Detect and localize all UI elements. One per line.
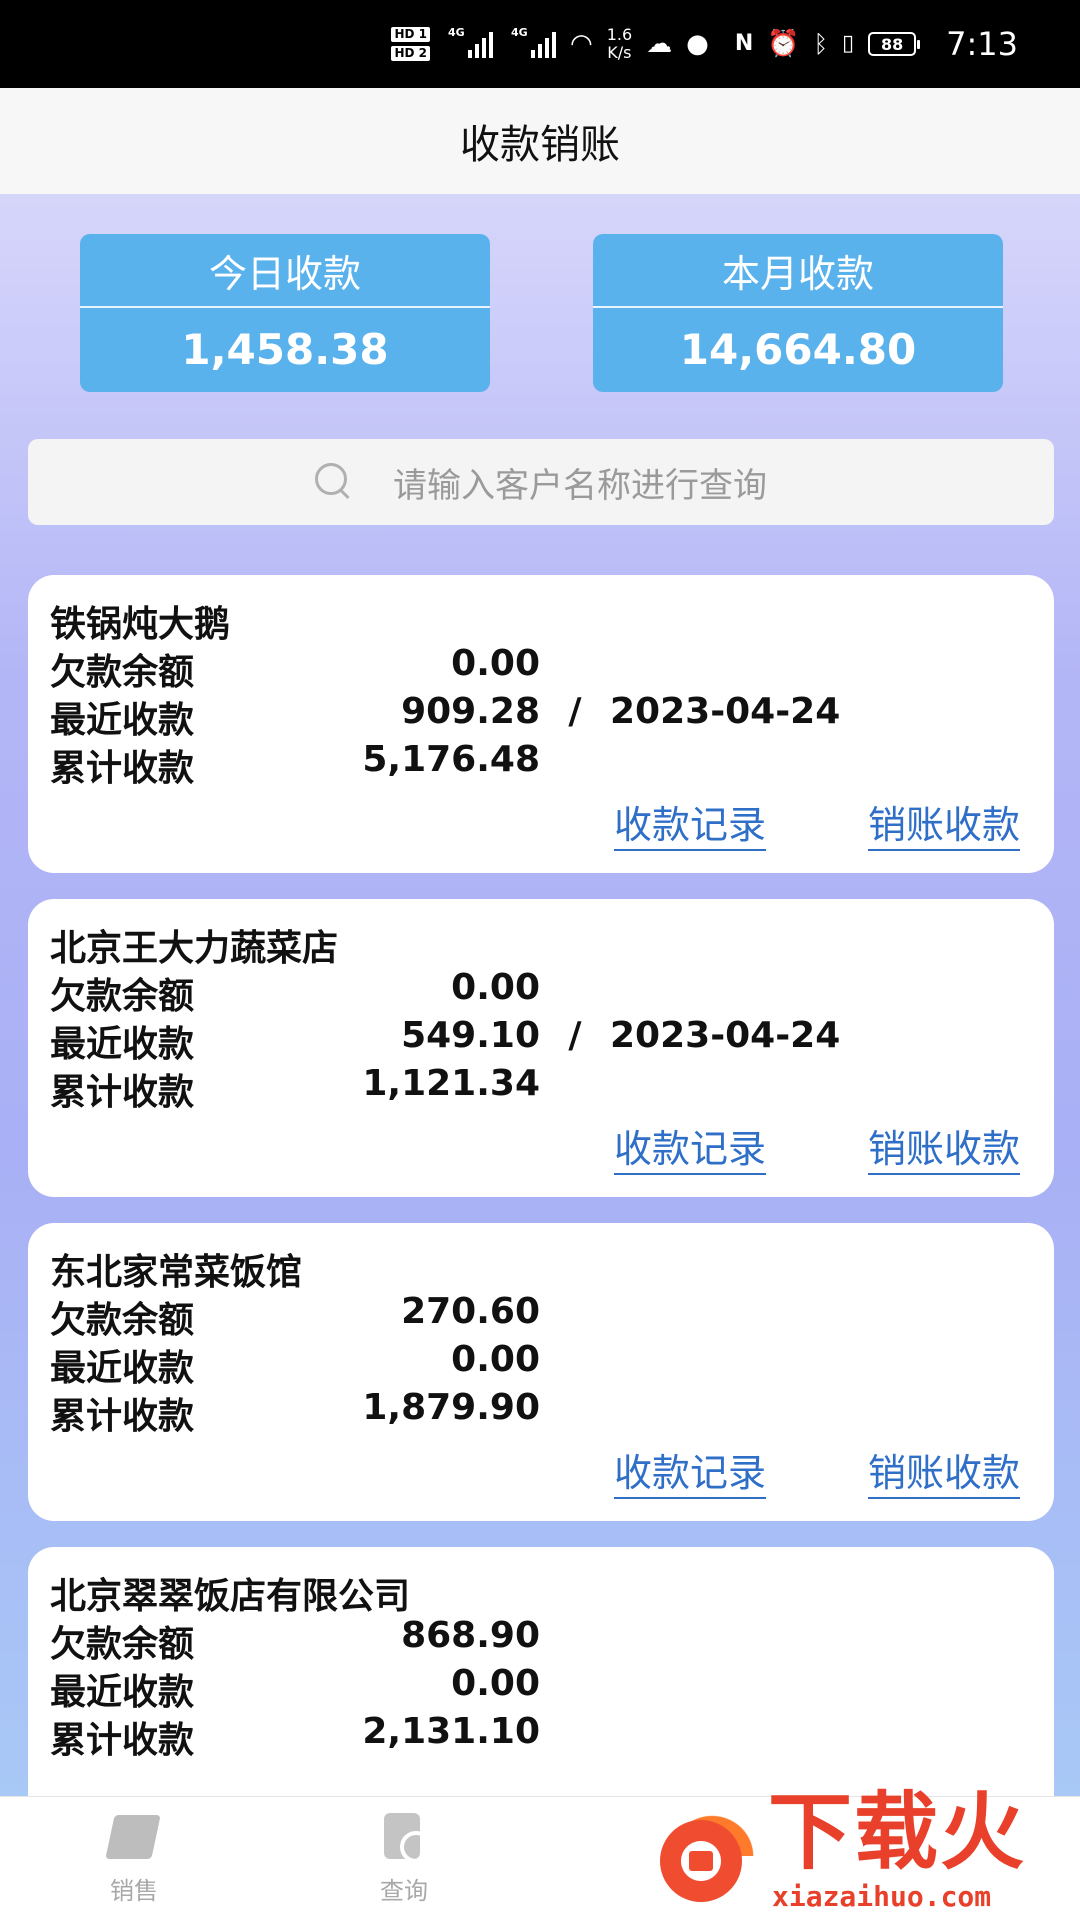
wifi-icon: ◠ [570, 29, 593, 59]
hd1-label: HD 1 [391, 27, 430, 42]
watermark-url: xiazaihuo.com [772, 1880, 992, 1913]
total-row: 累计收款 1,121.34 [50, 1063, 540, 1115]
total-value: 5,176.48 [362, 739, 540, 780]
debt-label: 欠款余额 [50, 976, 195, 1017]
watermark-text: 下载火 [768, 1783, 1027, 1881]
title-bar: 收款销账 [0, 88, 1080, 194]
total-value: 1,879.90 [362, 1387, 540, 1428]
customer-card[interactable]: 北京翠翠饭店有限公司 欠款余额 868.90 最近收款 0.00 累计收款 2,… [28, 1547, 1054, 1796]
battery-level: 88 [881, 34, 904, 54]
message-icon: ● [686, 29, 709, 59]
recent-separator: / [568, 691, 582, 732]
debt-row: 欠款余额 0.00 [50, 643, 540, 695]
debt-row: 欠款余额 270.60 [50, 1291, 540, 1343]
today-value: 1,458.38 [181, 324, 389, 374]
recent-separator: / [568, 1015, 582, 1056]
recent-row: 最近收款 909.28 / 2023-04-24 [50, 691, 840, 743]
search-placeholder: 请输入客户名称进行查询 [393, 465, 767, 506]
recent-row: 最近收款 549.10 / 2023-04-24 [50, 1015, 840, 1067]
debt-label: 欠款余额 [50, 652, 195, 693]
search-input[interactable]: 请输入客户名称进行查询 [28, 439, 1054, 525]
download-icon [660, 1820, 742, 1902]
search-icon [315, 463, 353, 501]
customer-name: 东北家常菜饭馆 [50, 1252, 303, 1293]
recent-label: 最近收款 [50, 700, 195, 741]
total-label: 累计收款 [50, 1720, 195, 1761]
battery-icon: 88 [868, 32, 921, 56]
recent-value: 0.00 [451, 1663, 540, 1704]
customer-card[interactable]: 北京王大力蔬菜店 欠款余额 0.00 最近收款 549.10 / 2023-04… [28, 899, 1054, 1197]
debt-row: 欠款余额 0.00 [50, 967, 540, 1019]
wechat-icon: ☁ [646, 29, 673, 59]
network-speed: 1.6 K/s [607, 26, 632, 62]
customer-name: 北京王大力蔬菜店 [50, 928, 339, 969]
writeoff-link[interactable]: 销账收款 [868, 803, 1021, 851]
speed-value: 1.6 [606, 25, 633, 44]
sales-icon [104, 1809, 164, 1865]
recent-label: 最近收款 [50, 1024, 195, 1065]
debt-row: 欠款余额 868.90 [50, 1615, 540, 1667]
customer-card[interactable]: 铁锅炖大鹅 欠款余额 0.00 最近收款 909.28 / 2023-04-24… [28, 575, 1054, 873]
debt-label: 欠款余额 [50, 1300, 195, 1341]
customer-card[interactable]: 东北家常菜饭馆 欠款余额 270.60 最近收款 0.00 累计收款 1,879… [28, 1223, 1054, 1521]
nav-query-label: 查询 [380, 1877, 428, 1905]
recent-label: 最近收款 [50, 1672, 195, 1713]
total-label: 累计收款 [50, 1396, 195, 1437]
writeoff-link[interactable]: 销账收款 [868, 1127, 1021, 1175]
records-link[interactable]: 收款记录 [614, 1127, 767, 1175]
month-label: 本月收款 [593, 234, 1003, 308]
recent-date: 2023-04-24 [610, 1015, 841, 1056]
customer-name: 铁锅炖大鹅 [50, 604, 231, 645]
total-row: 累计收款 1,879.90 [50, 1387, 540, 1439]
watermark-logo: 下载火 xiazaihuo.com [640, 1780, 1080, 1920]
records-link[interactable]: 收款记录 [614, 1451, 767, 1499]
total-row: 累计收款 2,131.10 [50, 1711, 540, 1763]
debt-value: 0.00 [451, 967, 540, 1008]
nav-query[interactable]: 查询 [334, 1809, 474, 1906]
today-label: 今日收款 [80, 234, 490, 308]
signal-icon-2: 4G [511, 26, 556, 58]
nav-sales[interactable]: 销售 [64, 1809, 204, 1906]
debt-value: 0.00 [451, 643, 540, 684]
total-value: 2,131.10 [362, 1711, 540, 1752]
network-group: HD 1 HD 2 4G 4G ◠ 1.6 K/s ☁ ● [391, 25, 709, 63]
debt-value: 270.60 [401, 1291, 540, 1332]
debt-value: 868.90 [401, 1615, 540, 1656]
net1-label: 4G [448, 26, 465, 39]
status-bar: HD 1 HD 2 4G 4G ◠ 1.6 K/s ☁ ● N ⏰ ᛒ ▯ 88… [0, 0, 1080, 88]
vibrate-icon: ▯ [842, 31, 855, 56]
net2-label: 4G [511, 26, 528, 39]
page-title: 收款销账 [460, 122, 620, 168]
recent-label: 最近收款 [50, 1348, 195, 1389]
hd2-label: HD 2 [391, 46, 430, 61]
recent-value: 0.00 [451, 1339, 540, 1380]
alarm-icon: ⏰ [767, 29, 800, 59]
recent-value: 909.28 [401, 691, 540, 732]
writeoff-link[interactable]: 销账收款 [868, 1451, 1021, 1499]
customer-name: 北京翠翠饭店有限公司 [50, 1576, 411, 1617]
speed-unit: K/s [607, 43, 632, 62]
hd-indicator: HD 1 HD 2 [391, 25, 430, 63]
query-icon [374, 1809, 434, 1865]
nav-sales-label: 销售 [110, 1877, 158, 1905]
recent-value: 549.10 [401, 1015, 540, 1056]
clock: 7:13 [946, 25, 1018, 63]
today-summary-card: 今日收款 1,458.38 [80, 234, 490, 392]
bluetooth-icon: ᛒ [813, 30, 829, 58]
recent-row: 最近收款 0.00 [50, 1339, 540, 1391]
month-summary-card: 本月收款 14,664.80 [593, 234, 1003, 392]
total-label: 累计收款 [50, 1072, 195, 1113]
debt-label: 欠款余额 [50, 1624, 195, 1665]
system-group: N ⏰ ᛒ ▯ 88 7:13 [735, 25, 1018, 63]
recent-date: 2023-04-24 [610, 691, 841, 732]
records-link[interactable]: 收款记录 [614, 803, 767, 851]
total-label: 累计收款 [50, 748, 195, 789]
month-value: 14,664.80 [679, 324, 917, 374]
recent-row: 最近收款 0.00 [50, 1663, 540, 1715]
total-row: 累计收款 5,176.48 [50, 739, 540, 791]
main-content[interactable]: 今日收款 1,458.38 本月收款 14,664.80 请输入客户名称进行查询… [0, 194, 1080, 1796]
signal-icon: 4G [448, 26, 493, 58]
total-value: 1,121.34 [362, 1063, 540, 1104]
nfc-icon: N [734, 31, 754, 56]
